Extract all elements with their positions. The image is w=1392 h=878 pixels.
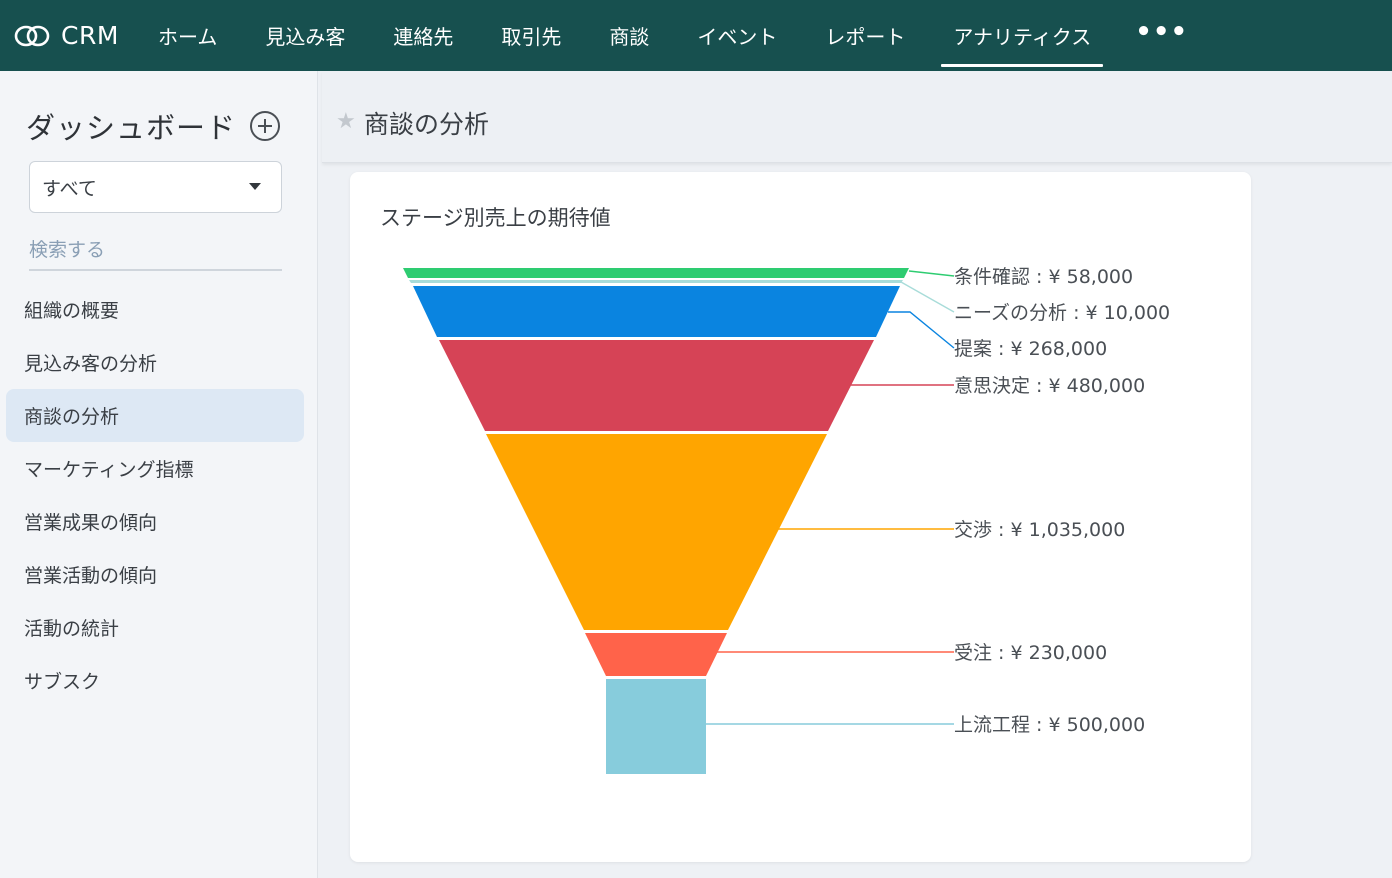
sidebar-item-4[interactable]: 営業成果の傾向	[6, 495, 304, 548]
page-title: 商談の分析	[364, 110, 490, 139]
main-header: ★ 商談の分析	[322, 71, 1392, 163]
funnel-segment-0[interactable]	[403, 268, 909, 278]
brand[interactable]: CRM	[14, 21, 144, 50]
dashboard-list: 組織の概要 見込み客の分析 商談の分析 マーケティング指標 営業成果の傾向 営業活動の傾向…	[6, 283, 304, 707]
funnel-segment-6[interactable]	[606, 679, 706, 774]
funnel-label-4: 交渉 : ¥ 1,035,000	[954, 519, 1125, 541]
more-menu-icon[interactable]: •••	[1135, 19, 1188, 45]
funnel-label-6: 上流工程 : ¥ 500,000	[954, 714, 1145, 736]
dashboard-search-input[interactable]	[29, 231, 282, 271]
funnel-leader-line-2	[888, 311, 955, 349]
funnel-segment-3[interactable]	[439, 340, 874, 431]
sidebar-item-5[interactable]: 営業活動の傾向	[6, 548, 304, 601]
funnel-chart: 条件確認 : ¥ 58,000 ニーズの分析 : ¥ 10,000 提案 : ¥ 2…	[403, 266, 1170, 774]
nav-item-3[interactable]: 取引先	[501, 0, 561, 71]
double-ring-logo-icon	[14, 25, 50, 46]
top-nav-bar: CRM ホーム 見込み客 連絡先 取引先 商談 イベント レポート アナリティクス •••	[0, 0, 1392, 71]
star-icon[interactable]: ★	[336, 109, 356, 134]
funnel-segment-4[interactable]	[486, 434, 827, 630]
funnel-segment-2[interactable]	[413, 286, 900, 337]
nav-item-7[interactable]: アナリティクス	[941, 0, 1104, 71]
nav-item-0[interactable]: ホーム	[158, 0, 217, 71]
sidebar-header: ダッシュボード	[26, 105, 281, 147]
sidebar-item-0[interactable]: 組織の概要	[6, 283, 304, 336]
sidebar-item-6[interactable]: 活動の統計	[6, 601, 304, 654]
sidebar-title: ダッシュボード	[26, 111, 237, 145]
chart-card: ステージ別売上の期待値 条件確認 : ¥ 58,000 ニーズの分析 : ¥ 10…	[350, 172, 1251, 862]
funnel-label-2: 提案 : ¥ 268,000	[954, 338, 1107, 360]
filter-selected-value: すべて	[42, 177, 97, 200]
sidebar-item-3[interactable]: マーケティング指標	[6, 442, 304, 495]
funnel-leader-line-1	[900, 281, 955, 313]
add-dashboard-icon[interactable]	[250, 111, 281, 141]
funnel-label-3: 意思決定 : ¥ 480,000	[954, 375, 1145, 397]
sidebar-item-2[interactable]: 商談の分析	[6, 389, 304, 442]
nav-item-6[interactable]: レポート	[825, 0, 905, 71]
sidebar-item-1[interactable]: 見込み客の分析	[6, 336, 304, 389]
funnel-label-5: 受注 : ¥ 230,000	[954, 642, 1107, 664]
nav-item-2[interactable]: 連絡先	[393, 0, 453, 71]
sidebar-item-7[interactable]: サブスク	[6, 654, 304, 707]
nav-item-1[interactable]: 見込み客	[265, 0, 345, 71]
caret-down-icon	[249, 183, 261, 190]
funnel-leader-line-0	[908, 270, 955, 277]
funnel-label-0: 条件確認 : ¥ 58,000	[954, 266, 1133, 288]
brand-name: CRM	[61, 21, 119, 50]
nav-item-5[interactable]: イベント	[697, 0, 777, 71]
funnel-label-1: ニーズの分析 : ¥ 10,000	[954, 302, 1170, 324]
funnel-segment-1[interactable]	[409, 280, 903, 283]
sidebar: ダッシュボード すべて 組織の概要見込み客の分析商談の分析マーケティング指標営業…	[0, 71, 318, 878]
nav-item-4[interactable]: 商談	[609, 0, 649, 71]
main-nav: ホーム 見込み客 連絡先 取引先 商談 イベント レポート アナリティクス	[158, 0, 1104, 71]
dashboard-filter-select[interactable]: すべて	[29, 161, 282, 213]
funnel-segment-5[interactable]	[585, 633, 727, 676]
